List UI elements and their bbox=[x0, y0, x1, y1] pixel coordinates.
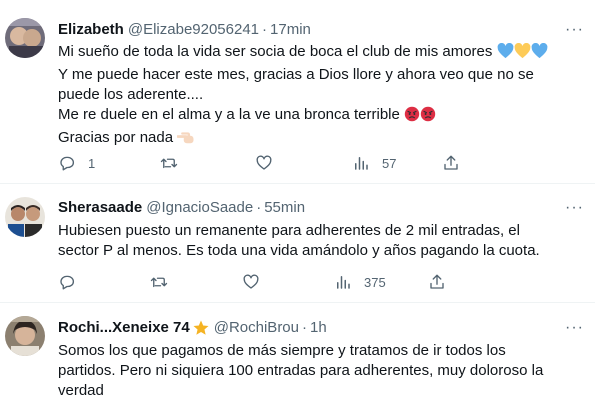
display-name[interactable]: Sherasaade bbox=[58, 199, 142, 217]
tweet-actions: 1 57 bbox=[58, 154, 588, 174]
tweet-line: Mi sueño de toda la vida ser socia de bo… bbox=[58, 42, 583, 65]
tweet-line: Hubiesen puesto un remanente para adhere… bbox=[58, 222, 520, 239]
tweet-line: Y me puede hacer este mes, gracias a Dio… bbox=[58, 66, 534, 83]
avatar[interactable] bbox=[5, 18, 45, 58]
tweet-line: verdad bbox=[58, 382, 104, 399]
timestamp[interactable]: 17min bbox=[270, 21, 311, 39]
more-options-icon[interactable]: ··· bbox=[565, 200, 584, 216]
avatar[interactable] bbox=[5, 316, 45, 356]
tweet-header: Rochi...Xeneixe 74 @RochiBrou · 1h bbox=[58, 319, 327, 337]
heart-icon bbox=[243, 274, 259, 289]
view-count: 57 bbox=[382, 155, 397, 171]
reply-icon bbox=[60, 275, 75, 290]
separator-dot: · bbox=[302, 319, 307, 336]
share-icon bbox=[444, 155, 458, 170]
separator-dot: · bbox=[256, 199, 262, 216]
retweet-button[interactable] bbox=[150, 273, 180, 291]
reply-icon bbox=[60, 156, 75, 171]
display-name[interactable]: Elizabeth bbox=[58, 21, 124, 39]
pointing-hand-icon bbox=[176, 131, 195, 151]
tweet-line: puede los aderente.... bbox=[58, 86, 204, 103]
views-button[interactable]: 57 bbox=[352, 154, 396, 172]
share-button[interactable] bbox=[442, 154, 460, 172]
like-button[interactable] bbox=[255, 154, 285, 172]
view-count: 375 bbox=[364, 274, 386, 290]
retweet-icon bbox=[150, 277, 168, 288]
angry-face-icon bbox=[404, 106, 420, 128]
separator-dot: · bbox=[262, 21, 268, 38]
user-handle[interactable]: @Elizabe92056241 bbox=[128, 21, 259, 39]
share-button[interactable] bbox=[428, 273, 446, 291]
tweet-1[interactable]: Elizabeth @Elizabe92056241 · 17min ··· M… bbox=[0, 0, 595, 183]
tweet-line: Me re duele en el alma y a la ve una bro… bbox=[58, 105, 583, 128]
tweet-2[interactable]: Sherasaade @IgnacioSaade · 55min ··· Hub… bbox=[0, 184, 595, 302]
share-icon bbox=[430, 274, 444, 289]
avatar[interactable] bbox=[5, 197, 45, 237]
tweet-header: Sherasaade @IgnacioSaade · 55min bbox=[58, 199, 305, 217]
retweet-button[interactable] bbox=[160, 154, 190, 172]
user-handle[interactable]: @IgnacioSaade bbox=[146, 199, 253, 217]
tweet-line: sector P al menos. Es toda una vida amán… bbox=[58, 242, 540, 259]
tweet-header: Elizabeth @Elizabe92056241 · 17min bbox=[58, 21, 311, 39]
reply-count: 1 bbox=[88, 155, 96, 171]
angry-face-icon bbox=[420, 106, 436, 128]
timestamp[interactable]: 55min bbox=[264, 199, 305, 217]
more-options-icon[interactable]: ··· bbox=[565, 320, 584, 336]
tweet-actions: 375 bbox=[58, 273, 588, 293]
timestamp[interactable]: 1h bbox=[310, 319, 327, 337]
more-options-icon[interactable]: ··· bbox=[565, 22, 584, 38]
like-button[interactable] bbox=[242, 273, 272, 291]
reply-button[interactable]: 1 bbox=[58, 154, 95, 172]
tweet-3[interactable]: Rochi...Xeneixe 74 @RochiBrou · 1h ··· S… bbox=[0, 303, 595, 413]
display-name[interactable]: Rochi...Xeneixe 74 bbox=[58, 319, 190, 337]
tweet-line: Somos los que pagamos de más siempre y t… bbox=[58, 342, 506, 359]
tweet-text: Somos los que pagamos de más siempre y t… bbox=[58, 341, 583, 401]
views-button[interactable]: 375 bbox=[334, 273, 386, 291]
blue-heart-icon bbox=[497, 42, 514, 65]
heart-icon bbox=[256, 155, 272, 170]
analytics-icon bbox=[355, 157, 368, 170]
user-handle[interactable]: @RochiBrou bbox=[214, 319, 299, 337]
analytics-icon bbox=[337, 276, 350, 289]
retweet-icon bbox=[160, 158, 178, 169]
reply-button[interactable] bbox=[58, 273, 88, 291]
tweet-line: Gracias por nada bbox=[58, 128, 583, 151]
tweet-text: Mi sueño de toda la vida ser socia de bo… bbox=[58, 42, 583, 151]
tweet-line: partidos. Pero ni siquiera 100 entradas … bbox=[58, 362, 544, 379]
star-icon bbox=[192, 319, 210, 337]
tweet-text: Hubiesen puesto un remanente para adhere… bbox=[58, 221, 583, 261]
yellow-heart-icon bbox=[514, 42, 531, 65]
blue-heart-icon bbox=[531, 42, 548, 65]
